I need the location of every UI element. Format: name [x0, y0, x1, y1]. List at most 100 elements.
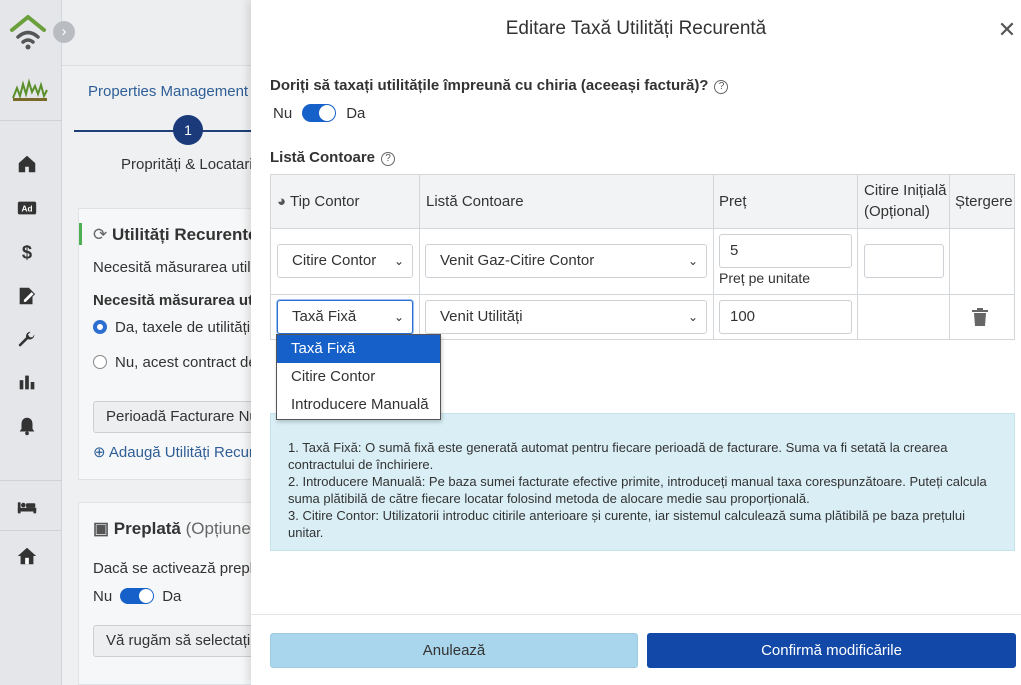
billing-question: Doriți să taxați utilitățile împreună cu… — [270, 77, 729, 94]
ad-icon-text: Ad — [22, 205, 33, 214]
column-divider — [713, 175, 714, 339]
meters-table: ◕ Tip Contor Listă Contoare Preț Citire … — [270, 174, 1015, 340]
wrench-icon[interactable] — [15, 328, 39, 352]
refresh-icon: ⟳ — [93, 225, 108, 244]
wifi-home-logo-icon — [10, 15, 46, 50]
house-icon[interactable] — [15, 544, 39, 568]
radio-option-no[interactable]: Nu, acest contract de — [93, 354, 257, 371]
radio-option-yes[interactable]: Da, taxele de utilități t — [93, 319, 258, 336]
th-price: Preț — [719, 193, 747, 210]
trash-icon[interactable] — [971, 307, 989, 327]
th-type-label: Tip Contor — [289, 193, 360, 210]
modal-title: Editare Taxă Utilități Recurentă — [505, 18, 767, 39]
th-delete: Ștergere — [955, 193, 1013, 210]
nav-divider — [0, 530, 62, 531]
confirm-button[interactable]: Confirmă modificările — [647, 633, 1016, 668]
edit-utility-modal: Editare Taxă Utilități Recurentă ✕ Doriț… — [251, 0, 1021, 685]
help-icon[interactable]: ? — [714, 80, 729, 94]
dropdown-option-fixed-fee[interactable]: Taxă Fixă — [277, 335, 440, 363]
row2-type-select[interactable]: Taxă Fixă ⌄ — [277, 300, 413, 334]
chevron-down-icon: ⌄ — [393, 254, 404, 268]
nav-divider — [0, 480, 62, 481]
row2-meter-value: Venit Utilități — [440, 308, 523, 325]
card-accent-bar — [79, 223, 82, 245]
column-divider — [857, 175, 858, 339]
optional-label: (Opțiune) — [185, 519, 257, 538]
card-line: Dacă se activează prepla — [93, 560, 262, 577]
home-icon[interactable] — [15, 152, 39, 176]
footer-divider — [251, 614, 1021, 615]
row2-type-value: Taxă Fixă — [292, 308, 357, 325]
palette-icon: ◕ — [277, 193, 287, 210]
info-line: 1. Taxă Fixă: O sumă fixă este generată … — [288, 440, 948, 472]
th-meters: Listă Contoare — [426, 193, 524, 210]
column-divider — [949, 175, 950, 339]
card-line: Necesită măsurarea utilit — [93, 259, 259, 276]
radio-unselected[interactable] — [93, 355, 107, 369]
toggle-off-label: Nu — [93, 588, 113, 605]
step-label: Proprități & Locatari — [121, 156, 253, 173]
column-divider — [419, 175, 420, 339]
toggle-on-label: Da — [162, 588, 182, 605]
radio-yes-label: Da, taxele de utilități t — [115, 319, 259, 336]
wallet-icon: ▣ — [93, 519, 110, 538]
row-divider — [271, 294, 1014, 295]
toggle-off-label: Nu — [273, 104, 293, 122]
card-title: ⟳ Utilități Recurente — [93, 225, 257, 245]
cancel-button[interactable]: Anulează — [270, 633, 638, 668]
radio-selected[interactable] — [93, 320, 107, 334]
card-title: ▣ Preplată (Opțiune) — [93, 519, 257, 539]
th-initial-optional: (Opțional) — [864, 203, 930, 220]
info-box: 1. Taxă Fixă: O sumă fixă este generată … — [270, 413, 1015, 551]
help-icon[interactable]: ? — [381, 152, 396, 166]
row2-meter-select[interactable]: Venit Utilități ⌄ — [425, 300, 707, 334]
add-utilities-link[interactable]: ⊕ Adaugă Utilități Recur — [93, 443, 254, 461]
brand-logo-icon — [12, 78, 48, 101]
row1-price-input[interactable]: 5 — [719, 234, 852, 268]
toggle-on-label: Da — [346, 104, 366, 122]
meters-section-label: Listă Contoare? — [270, 149, 396, 166]
card-line-bold: Necesită măsurarea utili — [93, 292, 266, 309]
prepayment-card-title: Preplată — [113, 519, 181, 538]
row1-type-value: Citire Contor — [292, 252, 377, 269]
bar-chart-icon[interactable] — [15, 370, 39, 394]
type-dropdown-menu: Taxă Fixă Citire Contor Introducere Manu… — [276, 334, 441, 420]
chevron-down-icon: ⌄ — [687, 254, 698, 268]
edit-document-icon[interactable] — [15, 284, 39, 308]
billing-toggle-row[interactable]: Nu Da — [273, 104, 365, 122]
row1-initial-reading-input[interactable] — [864, 244, 944, 278]
breadcrumb[interactable]: Properties Management N — [88, 83, 263, 100]
collapse-sidebar-button[interactable]: › — [53, 21, 75, 43]
bell-icon[interactable] — [15, 414, 39, 438]
info-line: 2. Introducere Manuală: Pe baza sumei fa… — [288, 474, 987, 506]
utilities-card-title: Utilități Recurente — [111, 225, 258, 244]
billing-toggle[interactable] — [302, 104, 337, 122]
price-unit-note: Preț pe unitate — [719, 270, 811, 286]
nav-divider — [0, 120, 62, 121]
th-initial: Citire Inițială — [864, 182, 947, 199]
add-utilities-label: Adaugă Utilități Recur — [108, 444, 254, 461]
left-sidebar: › Ad $ — [0, 0, 75, 685]
meters-label-text: Listă Contoare — [270, 149, 376, 166]
billing-question-text: Doriți să taxați utilitățile împreună cu… — [270, 77, 709, 94]
svg-text:$: $ — [22, 241, 32, 262]
chevron-down-icon: ⌄ — [687, 310, 698, 324]
close-icon[interactable]: ✕ — [993, 16, 1021, 44]
chevron-down-icon: ⌄ — [393, 310, 404, 324]
step-number[interactable]: 1 — [173, 115, 203, 145]
row2-price-input[interactable]: 100 — [719, 300, 852, 334]
row1-type-select[interactable]: Citire Contor ⌄ — [277, 244, 413, 278]
info-line: 3. Citire Contor: Utilizatorii introduc … — [288, 508, 966, 540]
prepay-toggle[interactable] — [120, 588, 155, 604]
plus-circle-icon: ⊕ — [93, 444, 109, 461]
row1-meter-value: Venit Gaz-Citire Contor — [440, 252, 595, 269]
dropdown-option-meter-reading[interactable]: Citire Contor — [277, 363, 440, 391]
dollar-icon[interactable]: $ — [15, 240, 39, 264]
radio-no-label: Nu, acest contract de — [115, 354, 257, 371]
prepay-toggle-row[interactable]: Nu Da — [93, 588, 181, 605]
dropdown-option-manual-entry[interactable]: Introducere Manuală — [277, 391, 440, 419]
bed-icon[interactable] — [15, 494, 39, 518]
row1-meter-select[interactable]: Venit Gaz-Citire Contor ⌄ — [425, 244, 707, 278]
th-type: ◕ Tip Contor — [277, 193, 359, 210]
ad-icon[interactable]: Ad — [15, 196, 39, 220]
